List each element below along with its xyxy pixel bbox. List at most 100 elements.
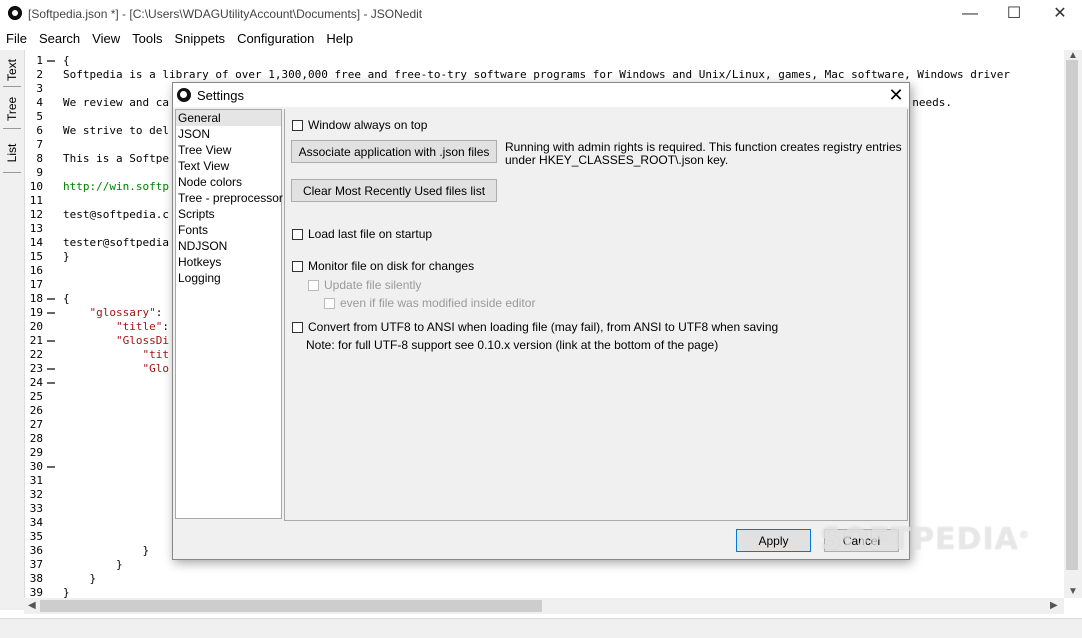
nav-item-general[interactable]: General bbox=[176, 110, 281, 126]
line-number: 23 bbox=[29, 362, 43, 375]
fold-marker[interactable] bbox=[47, 340, 55, 342]
scroll-down-icon[interactable]: ▼ bbox=[1068, 586, 1078, 597]
window-on-top-label[interactable]: Window always on top bbox=[308, 118, 427, 132]
line-number: 27 bbox=[29, 418, 43, 431]
update-silently-checkbox[interactable] bbox=[308, 280, 319, 291]
line-number: 26 bbox=[29, 404, 43, 417]
nav-item-node-colors[interactable]: Node colors bbox=[176, 174, 281, 190]
line-number: 12 bbox=[29, 208, 43, 221]
watermark-text: SOFTPEDIA bbox=[820, 522, 1019, 557]
monitor-file-label[interactable]: Monitor file on disk for changes bbox=[308, 259, 474, 273]
menu-snippets[interactable]: Snippets bbox=[168, 30, 231, 48]
menu-tools[interactable]: Tools bbox=[126, 30, 168, 48]
menu-file[interactable]: File bbox=[0, 30, 33, 48]
line-number: 5 bbox=[36, 110, 43, 123]
line-number: 18 bbox=[29, 292, 43, 305]
scroll-right-icon[interactable]: ▶ bbox=[1050, 600, 1058, 611]
line-number: 3 bbox=[36, 82, 43, 95]
utf8-support-note: Note: for full UTF-8 support see 0.10.x … bbox=[306, 338, 719, 352]
tab-tree-label: Tree bbox=[5, 96, 19, 121]
line-number: 30 bbox=[29, 460, 43, 473]
fold-marker[interactable] bbox=[47, 298, 55, 300]
line-number: 15 bbox=[29, 250, 43, 263]
update-silently-label: Update file silently bbox=[324, 278, 422, 292]
general-settings-panel: Window always on top Associate applicati… bbox=[284, 109, 908, 521]
fold-marker[interactable] bbox=[47, 368, 55, 370]
fold-marker[interactable] bbox=[47, 382, 55, 384]
convert-utf8-checkbox[interactable] bbox=[292, 322, 303, 333]
nav-item-hotkeys[interactable]: Hotkeys bbox=[176, 254, 281, 270]
minimize-button[interactable]: — bbox=[947, 0, 993, 28]
line-number: 22 bbox=[29, 348, 43, 361]
maximize-button[interactable]: ☐ bbox=[991, 0, 1037, 28]
menu-configuration[interactable]: Configuration bbox=[231, 30, 320, 48]
code-line: Softpedia is a library of over 1,300,000… bbox=[63, 68, 1011, 81]
tab-list-label: List bbox=[5, 143, 19, 163]
line-number: 17 bbox=[29, 278, 43, 291]
dialog-app-icon bbox=[177, 88, 191, 102]
nav-item-tree-view[interactable]: Tree View bbox=[176, 142, 281, 158]
menu-search[interactable]: Search bbox=[33, 30, 86, 48]
tab-tree[interactable]: Tree bbox=[2, 96, 22, 126]
line-number: 37 bbox=[29, 558, 43, 571]
close-button[interactable]: ✕ bbox=[1037, 0, 1082, 28]
settings-dialog: Settings ✕ General JSON Tree View Text View… bbox=[172, 82, 910, 560]
code-line: } bbox=[63, 586, 70, 598]
line-number: 29 bbox=[29, 446, 43, 459]
nav-item-logging[interactable]: Logging bbox=[176, 270, 281, 286]
nav-item-fonts[interactable]: Fonts bbox=[176, 222, 281, 238]
app-logo-icon bbox=[8, 6, 22, 20]
apply-button[interactable]: Apply bbox=[736, 529, 811, 552]
dialog-title-bar bbox=[173, 83, 909, 107]
line-number: 7 bbox=[36, 138, 43, 151]
tab-text-label: Text bbox=[5, 58, 19, 81]
softpedia-watermark: SOFTPEDIA® bbox=[820, 522, 1030, 557]
line-number: 9 bbox=[36, 166, 43, 179]
status-bar bbox=[0, 618, 1082, 638]
line-number: 21 bbox=[29, 334, 43, 347]
load-last-file-checkbox[interactable] bbox=[292, 229, 303, 240]
fold-marker[interactable] bbox=[47, 60, 55, 62]
even-if-modified-checkbox[interactable] bbox=[324, 298, 335, 309]
line-number: 33 bbox=[29, 502, 43, 515]
tab-divider bbox=[3, 86, 21, 87]
convert-utf8-label[interactable]: Convert from UTF8 to ANSI when loading f… bbox=[308, 320, 778, 334]
monitor-file-checkbox[interactable] bbox=[292, 261, 303, 272]
line-number: 10 bbox=[29, 180, 43, 193]
settings-category-list[interactable]: General JSON Tree View Text View Node colors… bbox=[175, 109, 283, 519]
nav-item-ndjson[interactable]: NDJSON bbox=[176, 238, 281, 254]
fold-marker[interactable] bbox=[47, 466, 55, 468]
line-number: 11 bbox=[29, 194, 43, 207]
tab-text[interactable]: Text bbox=[2, 58, 22, 84]
load-last-file-label[interactable]: Load last file on startup bbox=[308, 227, 432, 241]
nav-item-tree-preprocessor[interactable]: Tree - preprocessor bbox=[176, 190, 283, 206]
clear-mru-button[interactable]: Clear Most Recently Used files list bbox=[291, 179, 497, 202]
line-number: 35 bbox=[29, 530, 43, 543]
line-number: 31 bbox=[29, 474, 43, 487]
line-number: 8 bbox=[36, 152, 43, 165]
nav-item-text-view[interactable]: Text View bbox=[176, 158, 281, 174]
menu-help[interactable]: Help bbox=[320, 30, 359, 48]
line-number-gutter: 1 2 3 4 5 6 7 8 9 10 11 12 13 14 15 16 17 18 19 20 21 22 23 24 2… bbox=[25, 54, 43, 598]
line-number: 36 bbox=[29, 544, 43, 557]
dialog-close-icon[interactable]: ✕ bbox=[883, 84, 909, 106]
nav-item-scripts[interactable]: Scripts bbox=[176, 206, 281, 222]
menu-view[interactable]: View bbox=[86, 30, 126, 48]
associate-json-button[interactable]: Associate application with .json files bbox=[291, 140, 497, 163]
code-line: { bbox=[63, 54, 70, 67]
scroll-left-icon[interactable]: ◀ bbox=[28, 600, 36, 611]
code-line: } bbox=[63, 572, 97, 585]
fold-marker[interactable] bbox=[47, 312, 55, 314]
window-on-top-checkbox[interactable] bbox=[292, 120, 303, 131]
dialog-title: Settings bbox=[197, 88, 244, 103]
menu-bar: File Search View Tools Snippets Configur… bbox=[0, 30, 359, 48]
vertical-scroll-thumb[interactable] bbox=[1066, 60, 1078, 570]
code-line: } bbox=[63, 558, 123, 571]
line-number: 6 bbox=[36, 124, 43, 137]
tab-list[interactable]: List bbox=[2, 140, 22, 166]
nav-item-json[interactable]: JSON bbox=[176, 126, 281, 142]
window-title: [Softpedia.json *] - [C:\Users\WDAGUtili… bbox=[28, 7, 423, 21]
line-number: 24 bbox=[29, 376, 43, 389]
horizontal-scroll-thumb[interactable] bbox=[40, 600, 542, 612]
line-number: 16 bbox=[29, 264, 43, 277]
